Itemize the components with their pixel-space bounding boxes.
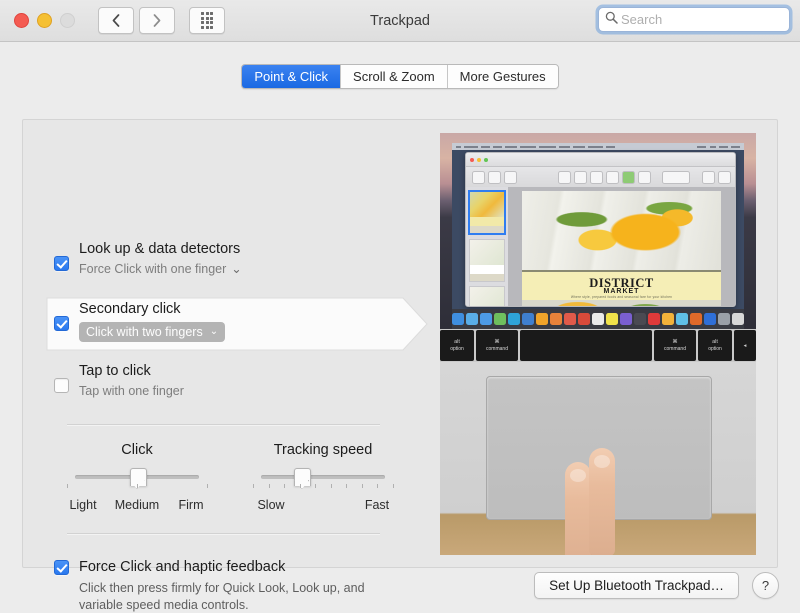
preview-document-photo [522,191,721,270]
preview-slide-thumbnail [469,239,505,282]
preview-key-symbol: alt [712,339,718,345]
chevron-left-icon [112,14,120,27]
sliders-row: Click Light Medium Firm Tracking speed S… [23,442,420,514]
preview-key-label: command [664,346,686,352]
preview-menubar [452,143,744,150]
preview-document-page: DISTRICT MARKET Where style, prepared fo… [522,191,721,306]
minimize-button-icon[interactable] [37,13,52,28]
option-row-look-up[interactable]: Look up & data detectors Force Click wit… [23,238,420,278]
preview-slide-thumbnail [469,286,505,306]
option-row-force-click[interactable]: Force Click and haptic feedback [23,558,420,577]
checkbox-force-click[interactable] [54,560,69,575]
preview-key-symbol: ⌘ [672,339,678,345]
option-row-tap-to-click[interactable]: Tap to click Tap with one finger [23,360,420,400]
preview-finger [589,448,615,555]
preview-pages-canvas: DISTRICT MARKET Where style, prepared fo… [508,187,735,306]
chevron-down-icon: ⌄ [231,262,242,276]
tab-scroll-and-zoom[interactable]: Scroll & Zoom [341,65,448,88]
option-title-force-click: Force Click and haptic feedback [79,559,286,575]
tab-group: Point & Click Scroll & Zoom More Gesture… [241,64,559,89]
option-row-secondary-click[interactable]: Secondary click Click with two fingers ⌄ [23,298,420,342]
preview-document-titleband: DISTRICT MARKET Where style, prepared fo… [522,269,721,303]
back-button[interactable] [98,7,134,34]
help-button[interactable]: ? [752,572,779,599]
close-button-icon[interactable] [14,13,29,28]
slider-title-click: Click [121,442,153,458]
navigation-buttons [98,7,175,34]
preview-key-spacebar [520,330,652,361]
chevron-down-icon: ⌄ [209,326,219,337]
slider-track-click[interactable] [75,468,199,486]
option-popup-value-secondary-click: Click with two fingers [86,325,203,339]
slider-track-tracking-speed[interactable] [261,468,385,486]
preview-key-symbol: ⌘ [494,339,500,345]
slider-ticks-tracking-speed [253,484,394,489]
preview-two-finger-hand [565,448,627,555]
slider-label-light: Light [69,498,97,512]
forward-button[interactable] [139,7,175,34]
preview-key-label: command [486,346,508,352]
slider-title-tracking-speed: Tracking speed [273,442,373,458]
window-titlebar: Trackpad [0,0,800,42]
show-all-preferences-button[interactable] [189,7,225,34]
slider-click: Click Light Medium Firm [67,442,208,514]
option-popup-look-up[interactable]: Force Click with one finger ⌄ [79,260,242,278]
trackpad-preferences-window: Trackpad Point & Click Scroll & Zoom Mor… [0,0,800,613]
preview-key-label: option [708,346,722,352]
preview-key-label: option [450,346,464,352]
slider-ticks-click [67,484,208,489]
slider-labels-click: Light Medium Firm [67,498,207,514]
checkbox-look-up[interactable] [54,256,69,271]
preview-key-symbol: alt [454,339,460,345]
option-title-look-up: Look up & data detectors [79,241,241,257]
option-title-tap-to-click: Tap to click [79,363,151,379]
preview-laptop-deck [440,362,756,555]
option-subtitle-tap-to-click: Tap with one finger [79,384,184,398]
setup-bluetooth-trackpad-button[interactable]: Set Up Bluetooth Trackpad… [534,572,739,599]
zoom-button-icon [60,13,75,28]
tab-bar: Point & Click Scroll & Zoom More Gesture… [0,64,800,89]
option-popup-secondary-click[interactable]: Click with two fingers ⌄ [79,322,226,342]
preview-document-tagline: Where style, prepared foods and seasonal… [570,294,673,299]
search-input[interactable] [621,12,783,27]
footer-bar: Set Up Bluetooth Trackpad… ? [534,572,779,599]
preview-key-symbol: ◂ [743,342,747,349]
divider-below-sliders [67,533,380,534]
preview-dock [452,309,744,329]
option-description-force-click: Click then press firmly for Quick Look, … [79,581,365,612]
preferences-content: Look up & data detectors Force Click wit… [0,89,800,613]
slider-tracking-speed: Tracking speed Slow Fast [253,442,394,514]
preview-pages-window: DISTRICT MARKET Where style, prepared fo… [465,152,736,307]
preview-slide-thumbnail [468,190,506,235]
preview-pages-titlebar [466,153,735,167]
search-field[interactable] [598,7,790,32]
force-click-block: Force Click and haptic feedback Click th… [23,558,420,614]
settings-panel: Look up & data detectors Force Click wit… [22,119,778,612]
tab-more-gestures[interactable]: More Gestures [447,65,558,88]
preview-pages-sidebar [466,187,509,306]
chevron-right-icon [153,14,161,27]
search-icon [605,11,621,29]
preview-finger [565,462,591,555]
slider-label-medium: Medium [114,498,160,512]
grid-icon [201,12,213,29]
slider-label-firm: Firm [178,498,204,512]
option-popup-value-look-up: Force Click with one finger [79,262,227,276]
preview-document-subtitle: MARKET [603,287,640,295]
preview-keyboard-row: alt option ⌘ command ⌘ command alt optio… [440,329,756,362]
slider-label-slow: Slow [257,498,285,512]
divider-above-sliders [67,424,380,425]
traffic-lights [14,13,75,28]
checkbox-tap-to-click[interactable] [54,378,69,393]
slider-labels-tracking-speed: Slow Fast [253,498,393,514]
option-title-secondary-click: Secondary click [79,301,181,317]
preview-document-bottom-photo [522,300,721,306]
checkbox-secondary-click[interactable] [54,316,69,331]
slider-label-fast: Fast [364,498,390,512]
tab-point-and-click[interactable]: Point & Click [242,65,342,88]
preview-pages-toolbar [466,167,735,188]
gesture-preview-video: DISTRICT MARKET Where style, prepared fo… [440,133,756,555]
preview-laptop-screen: DISTRICT MARKET Where style, prepared fo… [452,143,744,329]
options-column: Look up & data detectors Force Click wit… [23,120,428,612]
